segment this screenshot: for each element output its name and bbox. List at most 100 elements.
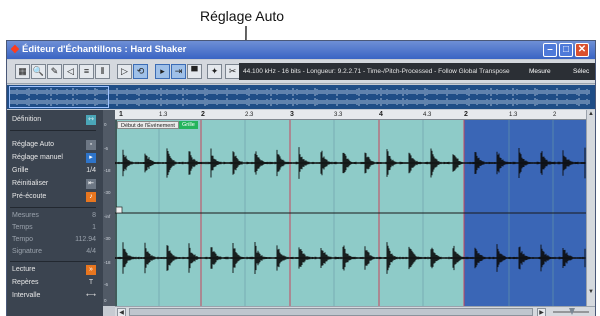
window-title: Éditeur d'Échantillons : Hard Shaker <box>22 44 187 55</box>
stage: Réglage Auto ❖ Éditeur d'Échantillons : … <box>0 0 600 316</box>
range-select-icon[interactable]: ▦ <box>15 64 30 79</box>
zoom-icon[interactable]: 🔍 <box>31 64 46 79</box>
ruler-label: 2.3 <box>245 112 254 118</box>
scroll-thumb[interactable] <box>129 308 533 316</box>
ruler-label: 2 <box>553 112 557 118</box>
info-bar: 44.100 kHz - 16 bits - Longueur: 9.2.2.7… <box>239 63 595 80</box>
mesures-row: Mesures 8 <box>10 210 96 222</box>
reglage-auto-row[interactable]: Réglage Auto ▫ <box>10 139 96 151</box>
divider <box>10 261 96 262</box>
sample-editor-window: ❖ Éditeur d'Échantillons : Hard Shaker –… <box>6 40 596 316</box>
temps-label: Temps <box>12 224 33 231</box>
maximize-button[interactable]: □ <box>559 43 573 57</box>
lecture-label: Lecture <box>12 266 36 273</box>
grid-icon[interactable]: ⦀ <box>95 64 110 79</box>
reglage-auto-label: Réglage Auto <box>12 141 55 148</box>
pre-ecoute-row[interactable]: Pré-écoute ♪ <box>10 191 96 203</box>
signature-value: 4/4 <box>86 248 96 255</box>
ruler-label: 4.3 <box>423 112 432 118</box>
level-scale: 0 -6 -18 -30 -inf -30 -18 -6 0 <box>103 110 115 306</box>
vertical-scrollbar[interactable]: ▲ ▼ <box>586 110 595 306</box>
scale-tick: -30 <box>104 236 111 241</box>
ruler-label: 3.3 <box>334 112 343 118</box>
pre-ecoute-label: Pré-écoute <box>12 193 47 200</box>
reinitialiser-row[interactable]: Réinitialiser ⇤ <box>10 178 96 190</box>
pre-ecoute-button[interactable]: ♪ <box>86 192 96 202</box>
scale-tick: 0 <box>104 122 107 127</box>
ruler-label: 2 <box>464 111 468 118</box>
divider <box>10 207 96 208</box>
event-handle[interactable] <box>115 206 123 214</box>
zoom-slider[interactable] <box>551 308 591 316</box>
scale-tick: -30 <box>104 190 111 195</box>
reperes-label: Repères <box>12 279 39 286</box>
autoscroll-icon[interactable]: ▸ <box>155 64 170 79</box>
definition-row[interactable]: Définition ⇿ <box>10 114 96 126</box>
play-icon[interactable]: ▷ <box>117 64 132 79</box>
mesures-value: 8 <box>92 212 96 219</box>
event-start-tag[interactable]: Début de l'Événement <box>117 121 179 129</box>
temps-value: 1 <box>92 224 96 231</box>
reglage-manuel-label: Réglage manuel <box>12 154 63 161</box>
scroll-up-icon[interactable]: ▲ <box>587 110 595 118</box>
intervalle-icon[interactable]: ⟷ <box>86 291 96 301</box>
scroll-right-icon[interactable]: ▶ <box>537 308 546 316</box>
loop-icon[interactable]: ⟲ <box>133 64 148 79</box>
overview-view-box[interactable] <box>9 86 109 108</box>
scale-tick: -18 <box>104 260 111 265</box>
cubase-logo-icon: ❖ <box>10 44 20 56</box>
scale-tick: -6 <box>104 282 109 287</box>
scrub-icon[interactable]: ≡ <box>79 64 94 79</box>
grille-label: Grille <box>12 167 29 174</box>
grille-value[interactable]: 1/4 <box>86 165 96 177</box>
scale-tick: -inf <box>104 214 111 219</box>
close-button[interactable]: ✕ <box>575 43 589 57</box>
toolbar: ▦ 🔍 ✎ ◁ ≡ ⦀ ▷ ⟲ ▸ ⇥ ▀ ✦ ✂ 44.100 kHz - 1… <box>7 60 595 84</box>
scroll-down-icon[interactable]: ▼ <box>587 288 595 296</box>
reinitialiser-label: Réinitialiser <box>12 180 49 187</box>
intervalle-row[interactable]: Intervalle ⟷ <box>10 290 96 302</box>
waveform-area[interactable]: 1 1.3 2 2.3 3 3.3 4 4.3 2 1.3 2 Début de l'Événeme… <box>115 110 586 306</box>
definition-label: Définition <box>12 116 42 123</box>
lecture-button[interactable]: » <box>86 265 96 275</box>
ruler-label: 1.3 <box>509 112 518 118</box>
reglage-manuel-button[interactable]: ▸ <box>86 153 96 163</box>
reglage-auto-button[interactable]: ▫ <box>86 140 96 150</box>
ruler-label: 3 <box>290 111 294 118</box>
mesures-label: Mesures <box>12 212 39 219</box>
scroll-left-icon[interactable]: ◀ <box>117 308 126 316</box>
tempo-row: Tempo 112.94 <box>10 234 96 246</box>
select-label[interactable]: Sélec <box>573 63 589 80</box>
grille-row[interactable]: Grille 1/4 <box>10 165 96 177</box>
cut-icon[interactable]: ✂ <box>225 64 240 79</box>
scale-tick: -6 <box>104 146 109 151</box>
reinitialiser-button[interactable]: ⇤ <box>86 179 96 189</box>
signature-label: Signature <box>12 248 42 255</box>
audition-icon[interactable]: ◁ <box>63 64 78 79</box>
waveform-canvas[interactable] <box>115 120 586 306</box>
intervalle-label: Intervalle <box>12 292 41 299</box>
scale-tick: 0 <box>104 298 107 303</box>
horizontal-scrollbar[interactable]: ◀ ▶ <box>115 306 595 316</box>
tempo-label: Tempo <box>12 236 34 243</box>
ruler-label: 4 <box>379 111 383 118</box>
grille-tag[interactable]: Grille <box>179 121 198 129</box>
reperes-row[interactable]: Repères T <box>10 277 96 289</box>
overview-track[interactable] <box>7 85 595 109</box>
definition-toggle[interactable]: ⇿ <box>86 115 96 125</box>
divider <box>10 130 96 131</box>
timeline-ruler[interactable]: 1 1.3 2 2.3 3 3.3 4 4.3 2 1.3 2 <box>115 110 586 120</box>
reperes-icon[interactable]: T <box>86 278 96 288</box>
temps-row: Temps 1 <box>10 222 96 234</box>
warp-icon[interactable]: ✦ <box>207 64 222 79</box>
mode-label[interactable]: Mesure <box>529 63 551 80</box>
ruler-label: 1.3 <box>159 112 168 118</box>
reglage-manuel-row[interactable]: Réglage manuel ▸ <box>10 152 96 164</box>
lecture-row[interactable]: Lecture » <box>10 264 96 276</box>
scale-tick: -18 <box>104 168 111 173</box>
info-text: 44.100 kHz - 16 bits - Longueur: 9.2.2.7… <box>243 68 510 75</box>
snap-icon[interactable]: ⇥ <box>171 64 186 79</box>
minimize-button[interactable]: – <box>543 43 557 57</box>
pencil-icon[interactable]: ✎ <box>47 64 62 79</box>
hitpoints-icon[interactable]: ▀ <box>187 64 202 79</box>
